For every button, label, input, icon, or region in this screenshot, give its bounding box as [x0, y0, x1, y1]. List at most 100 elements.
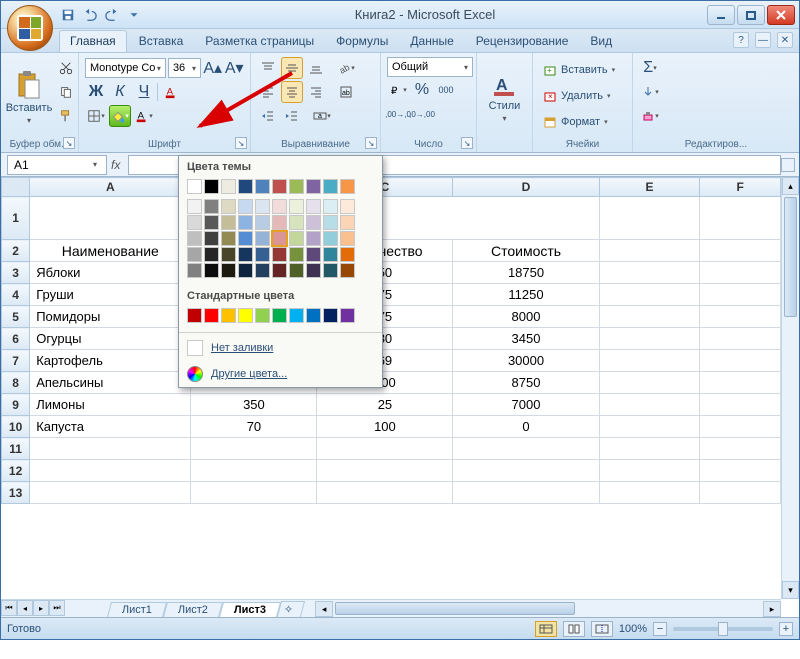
- sheet-last-icon[interactable]: ⏭: [49, 600, 65, 616]
- fill-icon[interactable]: ▾: [639, 81, 661, 103]
- cell[interactable]: 11250: [453, 284, 599, 306]
- color-swatch[interactable]: [221, 179, 236, 194]
- paste-button[interactable]: Вставить ▾: [7, 57, 51, 137]
- color-swatch[interactable]: [340, 263, 355, 278]
- cell[interactable]: 350: [191, 394, 317, 416]
- color-swatch[interactable]: [340, 215, 355, 230]
- font-color-button-2[interactable]: A▾: [133, 105, 155, 127]
- cell[interactable]: Капуста: [30, 416, 191, 438]
- page-layout-view-icon[interactable]: [563, 621, 585, 637]
- clear-icon[interactable]: ▾: [639, 105, 661, 127]
- zoom-out-icon[interactable]: −: [653, 622, 667, 636]
- scroll-down-icon[interactable]: ▾: [782, 581, 799, 599]
- align-middle-icon[interactable]: [281, 57, 303, 79]
- alignment-launcher[interactable]: ↘: [365, 137, 377, 149]
- color-swatch[interactable]: [187, 263, 202, 278]
- color-swatch[interactable]: [238, 308, 253, 323]
- font-launcher[interactable]: ↘: [235, 137, 247, 149]
- cell[interactable]: 25: [317, 394, 453, 416]
- color-swatch[interactable]: [204, 247, 219, 262]
- col-header[interactable]: F: [700, 178, 781, 197]
- cell[interactable]: Наименование: [30, 240, 191, 262]
- align-left-icon[interactable]: [257, 81, 279, 103]
- page-break-view-icon[interactable]: [591, 621, 613, 637]
- row-header[interactable]: 6: [2, 328, 30, 350]
- color-swatch[interactable]: [272, 247, 287, 262]
- cell[interactable]: Стоимость: [453, 240, 599, 262]
- expand-formula-icon[interactable]: [781, 158, 795, 172]
- color-swatch[interactable]: [323, 231, 338, 246]
- wrap-text-icon[interactable]: ab: [335, 81, 357, 103]
- color-swatch[interactable]: [289, 215, 304, 230]
- row-header[interactable]: 11: [2, 438, 30, 460]
- cell[interactable]: Помидоры: [30, 306, 191, 328]
- color-swatch[interactable]: [289, 231, 304, 246]
- select-all-corner[interactable]: [2, 178, 30, 197]
- row-header[interactable]: 13: [2, 482, 30, 504]
- color-swatch[interactable]: [340, 308, 355, 323]
- cell[interactable]: 30000: [453, 350, 599, 372]
- italic-button[interactable]: К: [109, 81, 131, 103]
- col-header[interactable]: A: [30, 178, 191, 197]
- color-swatch[interactable]: [204, 199, 219, 214]
- color-swatch[interactable]: [289, 247, 304, 262]
- cell[interactable]: 3450: [453, 328, 599, 350]
- zoom-slider[interactable]: [673, 627, 773, 631]
- color-swatch[interactable]: [306, 199, 321, 214]
- scroll-right-icon[interactable]: ▸: [763, 601, 781, 617]
- color-swatch[interactable]: [238, 263, 253, 278]
- orientation-icon[interactable]: ab▾: [335, 57, 357, 79]
- undo-icon[interactable]: [81, 6, 99, 24]
- color-swatch[interactable]: [204, 308, 219, 323]
- color-swatch[interactable]: [289, 263, 304, 278]
- color-swatch[interactable]: [221, 231, 236, 246]
- cell[interactable]: Картофель: [30, 350, 191, 372]
- row-header[interactable]: 10: [2, 416, 30, 438]
- maximize-button[interactable]: [737, 5, 765, 25]
- color-swatch[interactable]: [323, 263, 338, 278]
- increase-font-icon[interactable]: A▴: [203, 57, 223, 79]
- color-swatch[interactable]: [340, 179, 355, 194]
- qat-dropdown-icon[interactable]: [125, 6, 143, 24]
- redo-icon[interactable]: [103, 6, 121, 24]
- zoom-in-icon[interactable]: +: [779, 622, 793, 636]
- cut-icon[interactable]: [55, 57, 77, 79]
- new-sheet-icon[interactable]: ✧: [277, 601, 305, 617]
- zoom-level[interactable]: 100%: [619, 623, 647, 635]
- copy-icon[interactable]: [55, 81, 77, 103]
- font-name-select[interactable]: Monotype Co▾: [85, 58, 166, 78]
- sheet-table[interactable]: A B C D E F 1 ица 2 Наименование Количес…: [1, 177, 781, 504]
- increase-indent-icon[interactable]: [281, 105, 303, 127]
- row-header[interactable]: 3: [2, 262, 30, 284]
- cell[interactable]: 7000: [453, 394, 599, 416]
- bold-button[interactable]: Ж: [85, 81, 107, 103]
- fx-button[interactable]: fx: [111, 158, 120, 172]
- color-swatch[interactable]: [238, 179, 253, 194]
- minimize-button[interactable]: [707, 5, 735, 25]
- color-swatch[interactable]: [306, 308, 321, 323]
- color-swatch[interactable]: [306, 215, 321, 230]
- cell[interactable]: 8000: [453, 306, 599, 328]
- color-swatch[interactable]: [289, 179, 304, 194]
- save-icon[interactable]: [59, 6, 77, 24]
- styles-button[interactable]: A Стили ▾: [483, 57, 526, 137]
- color-swatch[interactable]: [306, 231, 321, 246]
- color-swatch[interactable]: [306, 179, 321, 194]
- color-swatch[interactable]: [255, 179, 270, 194]
- color-swatch[interactable]: [187, 247, 202, 262]
- color-swatch[interactable]: [255, 247, 270, 262]
- scroll-left-icon[interactable]: ◂: [315, 601, 333, 617]
- col-header[interactable]: E: [599, 178, 700, 197]
- scroll-up-icon[interactable]: ▴: [782, 177, 799, 195]
- color-swatch[interactable]: [323, 215, 338, 230]
- color-swatch[interactable]: [187, 215, 202, 230]
- minimize-ribbon-icon[interactable]: —: [755, 32, 771, 48]
- color-swatch[interactable]: [238, 231, 253, 246]
- borders-icon[interactable]: ▾: [85, 105, 107, 127]
- color-swatch[interactable]: [255, 215, 270, 230]
- color-swatch[interactable]: [255, 308, 270, 323]
- tab-insert[interactable]: Вставка: [129, 31, 194, 52]
- close-workbook-icon[interactable]: ✕: [777, 32, 793, 48]
- sheet-next-icon[interactable]: ▸: [33, 600, 49, 616]
- decrease-indent-icon[interactable]: [257, 105, 279, 127]
